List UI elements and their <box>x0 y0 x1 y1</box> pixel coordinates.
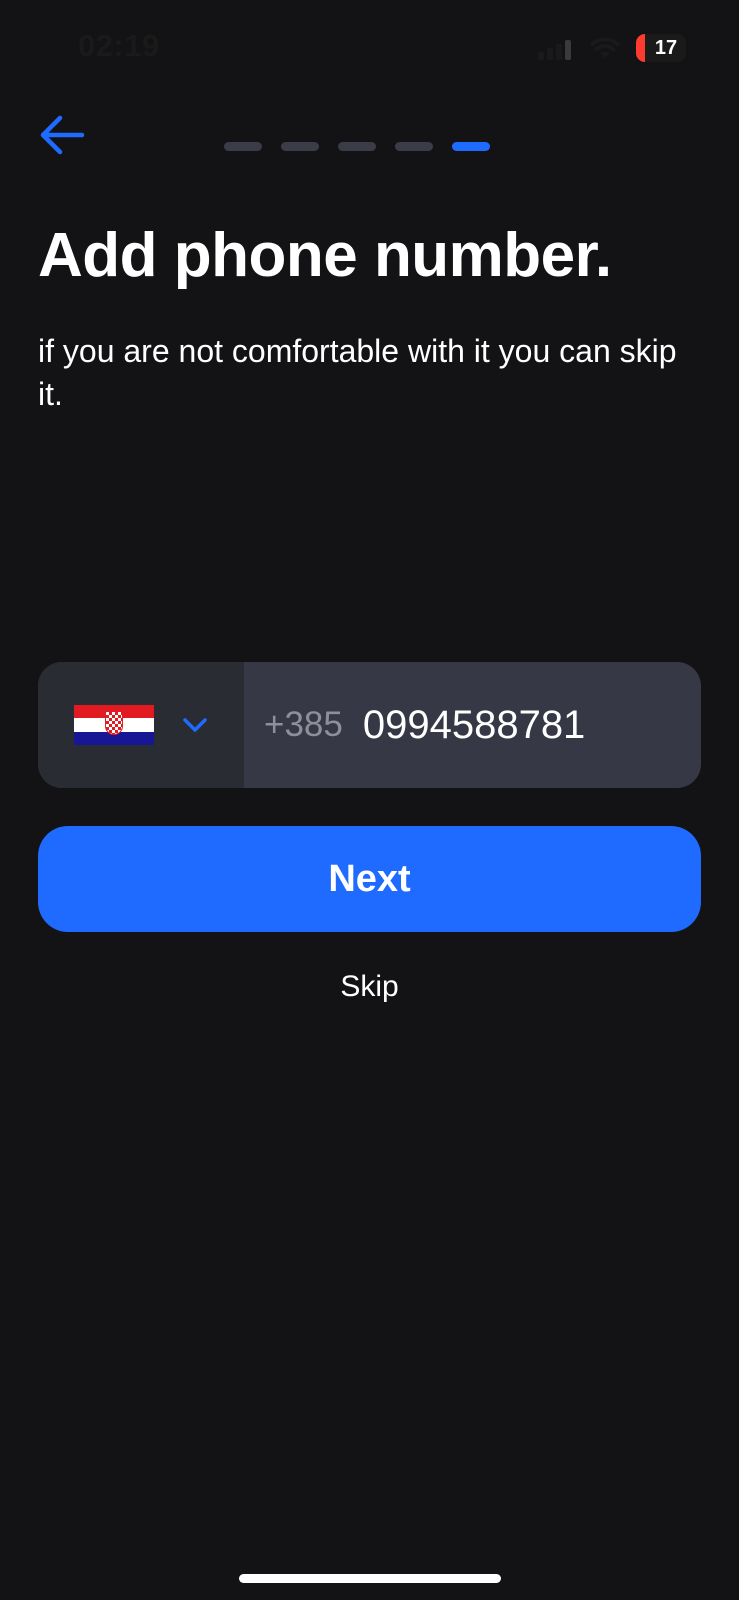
wifi-icon <box>590 37 620 58</box>
battery-indicator: 17 <box>636 34 686 62</box>
battery-percent: 17 <box>654 36 678 59</box>
progress-step-5 <box>452 142 490 151</box>
phone-number-area[interactable]: +385 <box>244 662 701 788</box>
progress-step-2 <box>281 142 319 151</box>
phone-number-input[interactable] <box>362 702 663 748</box>
croatia-flag-icon <box>74 705 154 745</box>
step-progress <box>224 142 490 151</box>
cellular-signal-icon <box>538 40 571 60</box>
page-subtitle: if you are not comfortable with it you c… <box>38 333 677 412</box>
progress-step-4 <box>395 142 433 151</box>
phone-number-screen: 02:19 17 Add phone number. if you are no… <box>0 0 739 1600</box>
country-selector[interactable] <box>38 662 244 788</box>
home-indicator <box>239 1574 501 1583</box>
progress-step-3 <box>338 142 376 151</box>
battery-fill <box>636 34 645 62</box>
skip-button[interactable]: Skip <box>0 970 739 1004</box>
phone-input-group: +385 <box>38 662 701 788</box>
status-time: 02:19 <box>78 28 160 63</box>
next-button[interactable]: Next <box>38 826 701 932</box>
dial-code: +385 <box>264 705 343 744</box>
chevron-down-icon <box>183 718 207 732</box>
back-arrow-icon[interactable] <box>36 108 90 162</box>
page-title: Add phone number. <box>38 221 612 290</box>
progress-step-1 <box>224 142 262 151</box>
